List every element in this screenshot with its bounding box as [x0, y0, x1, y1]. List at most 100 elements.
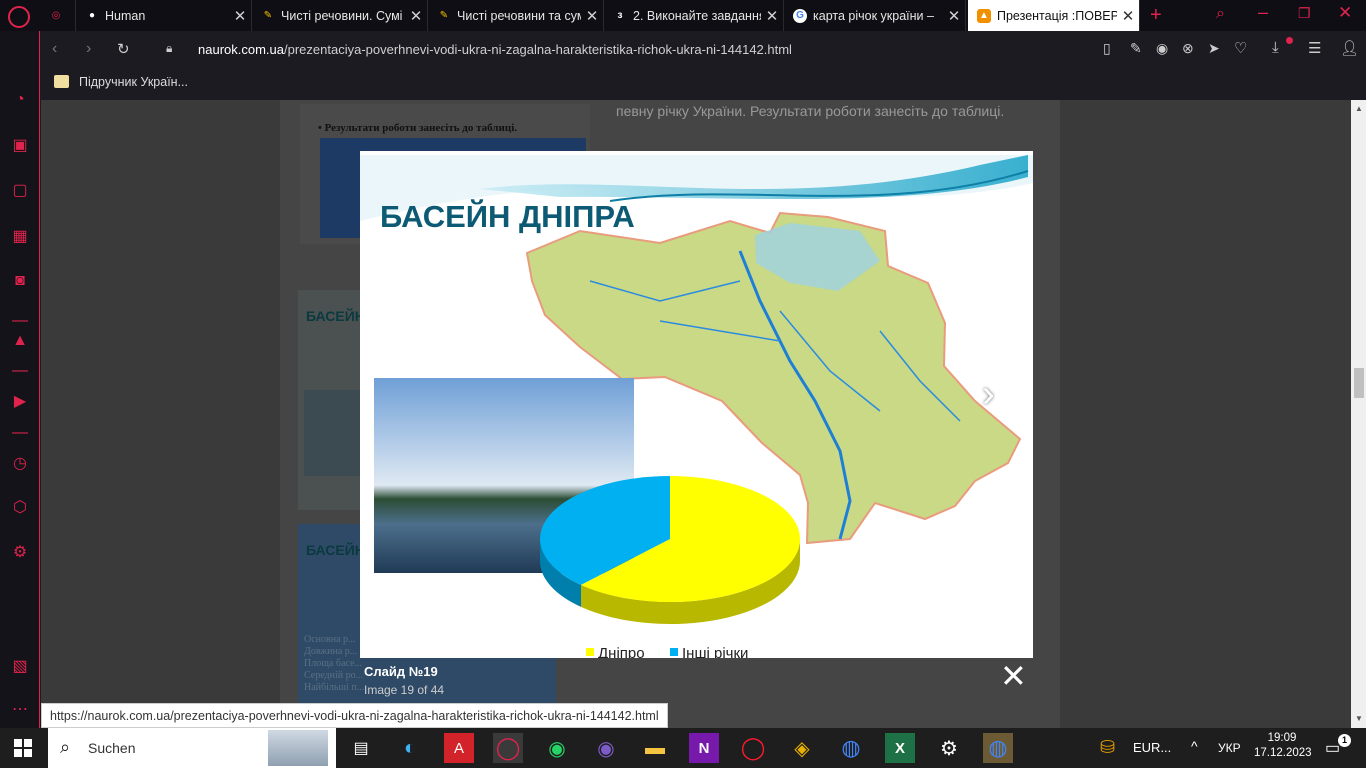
num3-favicon-icon: з: [617, 10, 623, 21]
more-dots-icon[interactable]: ⋯: [8, 697, 32, 721]
shop-bag-icon[interactable]: ▣: [8, 133, 32, 157]
reload-icon[interactable]: ↻: [117, 40, 130, 58]
tray-expand-icon[interactable]: ^: [1191, 738, 1198, 754]
reader-icon[interactable]: ▯: [1103, 40, 1111, 57]
tab-title: Чисті речовини. Сумі: [281, 8, 403, 23]
gallery-icon[interactable]: ▧: [8, 654, 32, 678]
thumb-title: БАСЕЙН: [306, 308, 365, 324]
tray-currency-label[interactable]: EUR...: [1133, 740, 1171, 755]
camera-icon[interactable]: ◉: [1156, 40, 1168, 57]
gamepad-sidebar-icon[interactable]: ◙: [8, 269, 32, 293]
taskbar-search-box[interactable]: ⌕ Suchen: [48, 728, 336, 768]
url-domain: naurok.com.ua: [198, 42, 284, 57]
tab-title: Презентація :ПОВЕРХН: [997, 8, 1117, 23]
tab-naurok-1[interactable]: ✎ Чисті речовини. Сумі ✕: [252, 0, 428, 31]
speed-dial-icon[interactable]: ◔: [8, 88, 32, 112]
lightbox-caption: Слайд №19: [364, 664, 438, 679]
aria-icon[interactable]: ▲: [8, 329, 32, 353]
forward-icon[interactable]: ›: [86, 40, 91, 58]
tab-bar: ◎ ● Human ✕ ✎ Чисті речовини. Сумі ✕ ✎ Ч…: [0, 0, 1366, 31]
edit-icon[interactable]: ✎: [1130, 40, 1142, 57]
file-explorer-icon[interactable]: ▬: [640, 733, 670, 763]
notification-count-badge: 1: [1338, 734, 1351, 747]
divider-dash: —: [12, 362, 28, 379]
legend-swatch-0: [586, 648, 594, 656]
tab-naurok-2[interactable]: ✎ Чисті речовини та сум ✕: [428, 0, 604, 31]
scroll-down-icon[interactable]: ▼: [1355, 714, 1363, 723]
language-indicator[interactable]: УКР: [1218, 741, 1241, 755]
next-slide-arrow-icon[interactable]: ›: [982, 373, 995, 416]
tab-human[interactable]: ● Human ✕: [76, 0, 252, 31]
acrobat-icon[interactable]: A: [444, 733, 474, 763]
tab-title: Human: [105, 8, 146, 23]
scroll-up-icon[interactable]: ▲: [1355, 104, 1363, 113]
search-highlight-bird-image: [268, 730, 328, 766]
search-tabs-icon[interactable]: ⌕: [1216, 5, 1225, 23]
page-scrollbar[interactable]: ▲ ▼: [1351, 100, 1366, 728]
windows-start-icon[interactable]: [14, 739, 32, 757]
tab-active-presentation[interactable]: ▲ Презентація :ПОВЕРХН ✕: [968, 0, 1140, 31]
opera-logo-icon[interactable]: [8, 6, 30, 28]
opera-icon[interactable]: ◯: [738, 733, 768, 763]
url-path: /prezentaciya-poverhnevi-vodi-ukra-ni-za…: [284, 42, 792, 57]
book-icon: [54, 75, 69, 88]
tab-task[interactable]: з 2. Виконайте завдання ✕: [604, 0, 784, 31]
tab-google[interactable]: G карта річок україни – ✕: [784, 0, 966, 31]
history-clock-icon[interactable]: ◷: [8, 451, 32, 475]
close-window-icon[interactable]: ✕: [1338, 3, 1352, 23]
chrome-icon[interactable]: ◍: [836, 733, 866, 763]
restore-icon[interactable]: ❐: [1298, 5, 1311, 22]
legend-label-1: Інші річки: [682, 645, 748, 658]
divider-dash: —: [12, 424, 28, 441]
settings-gear-icon[interactable]: ⚙: [8, 540, 32, 564]
slide-title: БАСЕЙН ДНІПРА: [380, 198, 635, 234]
chrome-active-icon[interactable]: ◍: [983, 733, 1013, 763]
thumb-lines: Основна р... Довжина р... Площа басе... …: [304, 634, 365, 693]
cube-icon[interactable]: ⬡: [8, 495, 32, 519]
easy-setup-icon[interactable]: ☰: [1308, 39, 1321, 57]
whatsapp-icon[interactable]: ◉: [542, 733, 572, 763]
opera-gx-icon[interactable]: ◯: [493, 733, 523, 763]
heart-icon[interactable]: ♡: [1234, 39, 1247, 57]
lightbox-close-icon[interactable]: ✕: [1000, 660, 1027, 692]
tab-close-icon[interactable]: ✕: [581, 7, 603, 25]
task-view-icon[interactable]: ▤: [346, 733, 376, 763]
profile-icon[interactable]: 👤︎: [1340, 39, 1359, 57]
tab-close-icon[interactable]: ✕: [1117, 7, 1139, 25]
download-icon[interactable]: ⤓: [1272, 39, 1279, 56]
slide-graphics: БАСЕЙН ДНІПРА Дніпро Інші річки: [360, 155, 1033, 658]
vpn-shield-icon[interactable]: ◈: [787, 733, 817, 763]
tab-close-icon[interactable]: ✕: [405, 7, 427, 25]
status-url-tooltip: https://naurok.com.ua/prezentaciya-pover…: [41, 703, 668, 728]
minimize-icon[interactable]: –: [1258, 2, 1268, 23]
settings-taskbar-icon[interactable]: ⚙: [934, 733, 964, 763]
tab-game[interactable]: ◎: [40, 0, 76, 31]
url-text[interactable]: naurok.com.ua/prezentaciya-poverhnevi-vo…: [198, 42, 792, 57]
currency-coins-icon[interactable]: ⛁: [1100, 737, 1115, 758]
tab-close-icon[interactable]: ✕: [943, 7, 965, 25]
lightbox-slide: БАСЕЙН ДНІПРА Дніпро Інші річки ›: [360, 151, 1033, 658]
twitch-icon[interactable]: ▢: [8, 178, 32, 202]
send-icon[interactable]: ➤: [1208, 40, 1220, 57]
thumb-caption: • Результати роботи занесіть до таблиці.: [318, 122, 518, 134]
bookmark-bar: Підручник Україн...: [40, 69, 1366, 99]
search-icon: ⌕: [60, 737, 71, 757]
edge-icon[interactable]: ◐: [395, 733, 425, 763]
onenote-icon[interactable]: N: [689, 733, 719, 763]
naurok-favicon-icon: ▲: [977, 8, 991, 23]
cpu-icon[interactable]: ▦: [8, 224, 32, 248]
tab-close-icon[interactable]: ✕: [761, 7, 783, 25]
new-tab-plus-icon[interactable]: +: [1150, 4, 1162, 27]
clock[interactable]: 19:09 17.12.2023: [1254, 732, 1312, 759]
adblock-icon[interactable]: ⊗: [1182, 40, 1194, 57]
back-icon[interactable]: ‹: [52, 40, 57, 58]
google-favicon-icon: G: [793, 8, 807, 23]
scroll-thumb[interactable]: [1354, 368, 1364, 398]
excel-icon[interactable]: X: [885, 733, 915, 763]
player-icon[interactable]: ▶: [8, 389, 32, 413]
tab-title: 2. Виконайте завдання: [633, 8, 761, 23]
tab-close-icon[interactable]: ✕: [229, 7, 251, 25]
thumb-title: БАСЕЙН: [306, 542, 365, 558]
viber-icon[interactable]: ◉: [591, 733, 621, 763]
bookmark-item[interactable]: Підручник Україн...: [79, 75, 188, 89]
